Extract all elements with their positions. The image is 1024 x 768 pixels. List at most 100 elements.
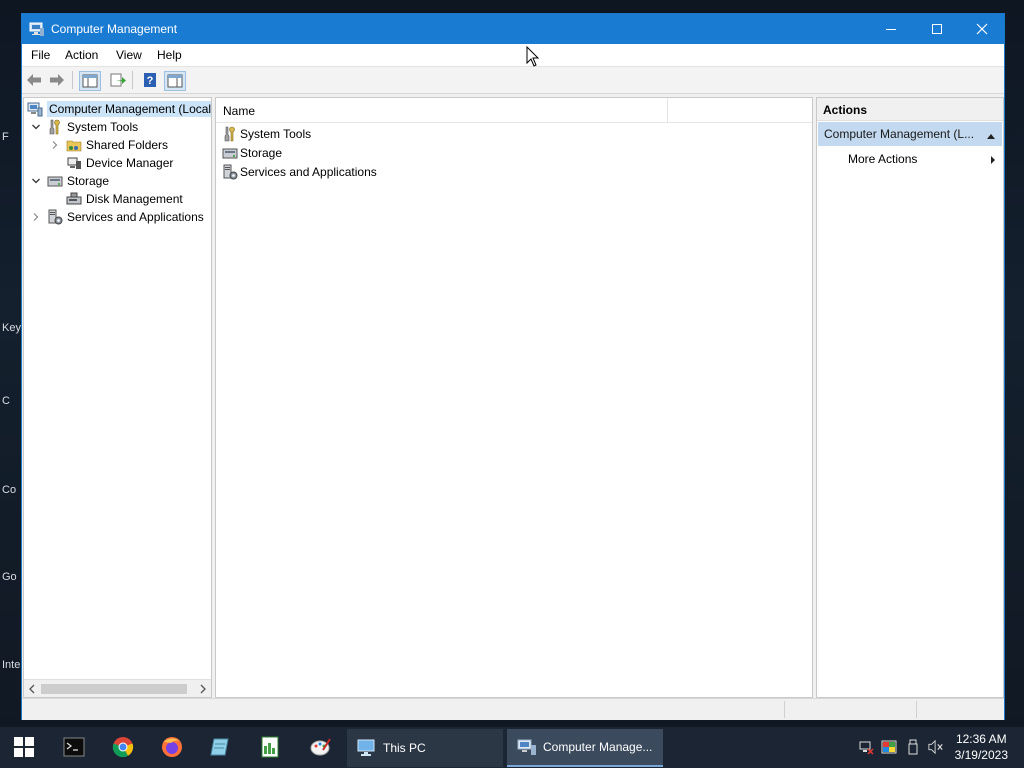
system-tools-icon	[47, 119, 63, 135]
firefox-taskbar-button[interactable]	[160, 735, 184, 759]
console-tree-pane[interactable]: Computer Management (Local System Tools …	[23, 97, 212, 698]
scroll-right-icon[interactable]	[199, 683, 207, 697]
more-actions-label: More Actions	[848, 152, 918, 166]
horizontal-scrollbar[interactable]	[24, 679, 211, 697]
column-divider[interactable]	[667, 98, 668, 122]
system-tools-icon	[222, 126, 238, 142]
chrome-icon	[112, 737, 134, 758]
tree-item-disk-management[interactable]: Disk Management	[50, 190, 183, 208]
expanded-chevron-icon[interactable]	[31, 122, 41, 132]
tree-item-storage[interactable]: Storage	[31, 172, 109, 190]
computer-management-icon	[29, 21, 45, 37]
chrome-taskbar-button[interactable]	[111, 735, 135, 759]
desktop-label-fragment[interactable]: Co	[2, 484, 16, 496]
list-item-services-and-applications[interactable]: Services and Applications	[222, 163, 377, 181]
show-hide-action-pane-button[interactable]	[164, 71, 186, 91]
status-bar-divider	[784, 701, 785, 718]
disk-management-icon	[66, 191, 82, 207]
window-title: Computer Management	[51, 22, 178, 36]
storage-icon	[222, 145, 238, 161]
status-bar-divider	[916, 701, 917, 718]
help-button[interactable]: ?	[140, 71, 160, 89]
volume-muted-icon[interactable]	[928, 739, 944, 755]
system-clock[interactable]: 12:36 AM 3/19/2023	[955, 731, 1008, 763]
computer-management-icon	[27, 101, 43, 117]
tree-item-label: System Tools	[67, 120, 139, 134]
back-button[interactable]	[24, 71, 44, 89]
menu-action[interactable]: Action	[65, 48, 98, 62]
scrollbar-thumb[interactable]	[41, 684, 187, 694]
tree-item-label: Disk Management	[86, 192, 183, 206]
console-tree-icon	[82, 74, 98, 88]
paint-taskbar-button[interactable]	[308, 735, 332, 759]
forward-button[interactable]	[47, 71, 67, 89]
expanded-chevron-icon[interactable]	[31, 176, 41, 186]
notepad-taskbar-button[interactable]	[209, 735, 233, 759]
back-arrow-icon	[27, 74, 41, 86]
mouse-cursor-icon	[526, 45, 540, 71]
actions-section-computer-management[interactable]: Computer Management (L...	[818, 122, 1002, 146]
tree-item-system-tools[interactable]: System Tools	[31, 118, 138, 136]
menu-help[interactable]: Help	[157, 48, 182, 62]
status-bar	[22, 698, 1004, 720]
show-hide-console-tree-button[interactable]	[79, 71, 101, 91]
network-disconnected-icon[interactable]	[858, 739, 874, 755]
services-icon	[222, 164, 238, 180]
tree-item-computer-management[interactable]: Computer Management (Local	[27, 100, 212, 118]
computer-management-icon	[517, 738, 537, 756]
desktop-label-fragment[interactable]: F	[2, 131, 9, 143]
maximize-button[interactable]	[914, 14, 960, 44]
scroll-left-icon[interactable]	[28, 683, 36, 697]
list-item-label: System Tools	[240, 127, 312, 141]
computer-management-window: Computer Management File Action View Hel…	[21, 13, 1005, 720]
more-actions-item[interactable]: More Actions	[818, 148, 1002, 170]
tree-item-label: Computer Management (Local	[47, 101, 212, 117]
task-computer-management[interactable]: Computer Manage...	[507, 729, 663, 767]
svg-text:?: ?	[147, 75, 154, 87]
start-button[interactable]	[12, 735, 36, 759]
list-item-label: Storage	[240, 146, 283, 160]
minimize-button[interactable]	[868, 14, 914, 44]
taskbar: This PC Computer Manage... 12:36 AM 3/19…	[0, 727, 1024, 768]
tree-item-device-manager[interactable]: Device Manager	[50, 154, 173, 172]
desktop-label-fragment[interactable]: Go	[2, 571, 17, 583]
tree-item-label: Shared Folders	[86, 138, 169, 152]
display-color-icon[interactable]	[881, 739, 897, 755]
tree-item-services-and-applications[interactable]: Services and Applications	[31, 208, 204, 226]
desktop-label-fragment[interactable]: C	[2, 395, 10, 407]
clock-time: 12:36 AM	[955, 732, 1007, 746]
terminal-taskbar-button[interactable]	[62, 735, 86, 759]
storage-icon	[47, 173, 63, 189]
list-header: Name	[216, 98, 812, 123]
shared-folders-icon	[66, 137, 82, 153]
task-label: Computer Manage...	[543, 740, 653, 754]
tree-item-shared-folders[interactable]: Shared Folders	[50, 136, 168, 154]
title-bar[interactable]: Computer Management	[22, 14, 1004, 44]
spreadsheet-taskbar-button[interactable]	[258, 735, 282, 759]
paint-icon	[310, 738, 331, 756]
toolbar-separator	[72, 71, 73, 89]
desktop-label-fragment[interactable]: Inte	[2, 659, 20, 671]
results-list-pane[interactable]: Name System Tools Storage Services and A…	[215, 97, 813, 698]
collapsed-chevron-icon[interactable]	[31, 212, 41, 222]
column-header-name[interactable]: Name	[223, 104, 255, 118]
clock-date: 3/19/2023	[954, 748, 1008, 762]
close-button[interactable]	[959, 14, 1005, 44]
toolbar-separator	[132, 71, 133, 89]
export-list-button[interactable]	[108, 71, 128, 89]
usb-device-icon[interactable]	[905, 739, 921, 755]
menu-file[interactable]: File	[31, 48, 50, 62]
list-item-storage[interactable]: Storage	[222, 144, 282, 162]
menu-view[interactable]: View	[116, 48, 142, 62]
list-item-system-tools[interactable]: System Tools	[222, 125, 311, 143]
windows-logo-icon	[14, 737, 34, 757]
toolbar: ?	[22, 67, 1004, 94]
collapse-up-icon[interactable]	[986, 129, 996, 143]
tree-item-label: Services and Applications	[67, 210, 204, 224]
task-this-pc[interactable]: This PC	[347, 729, 503, 767]
terminal-icon	[63, 737, 85, 757]
desktop-label-fragment[interactable]: Key	[2, 322, 21, 334]
device-manager-icon	[66, 155, 82, 171]
collapsed-chevron-icon[interactable]	[50, 140, 60, 150]
